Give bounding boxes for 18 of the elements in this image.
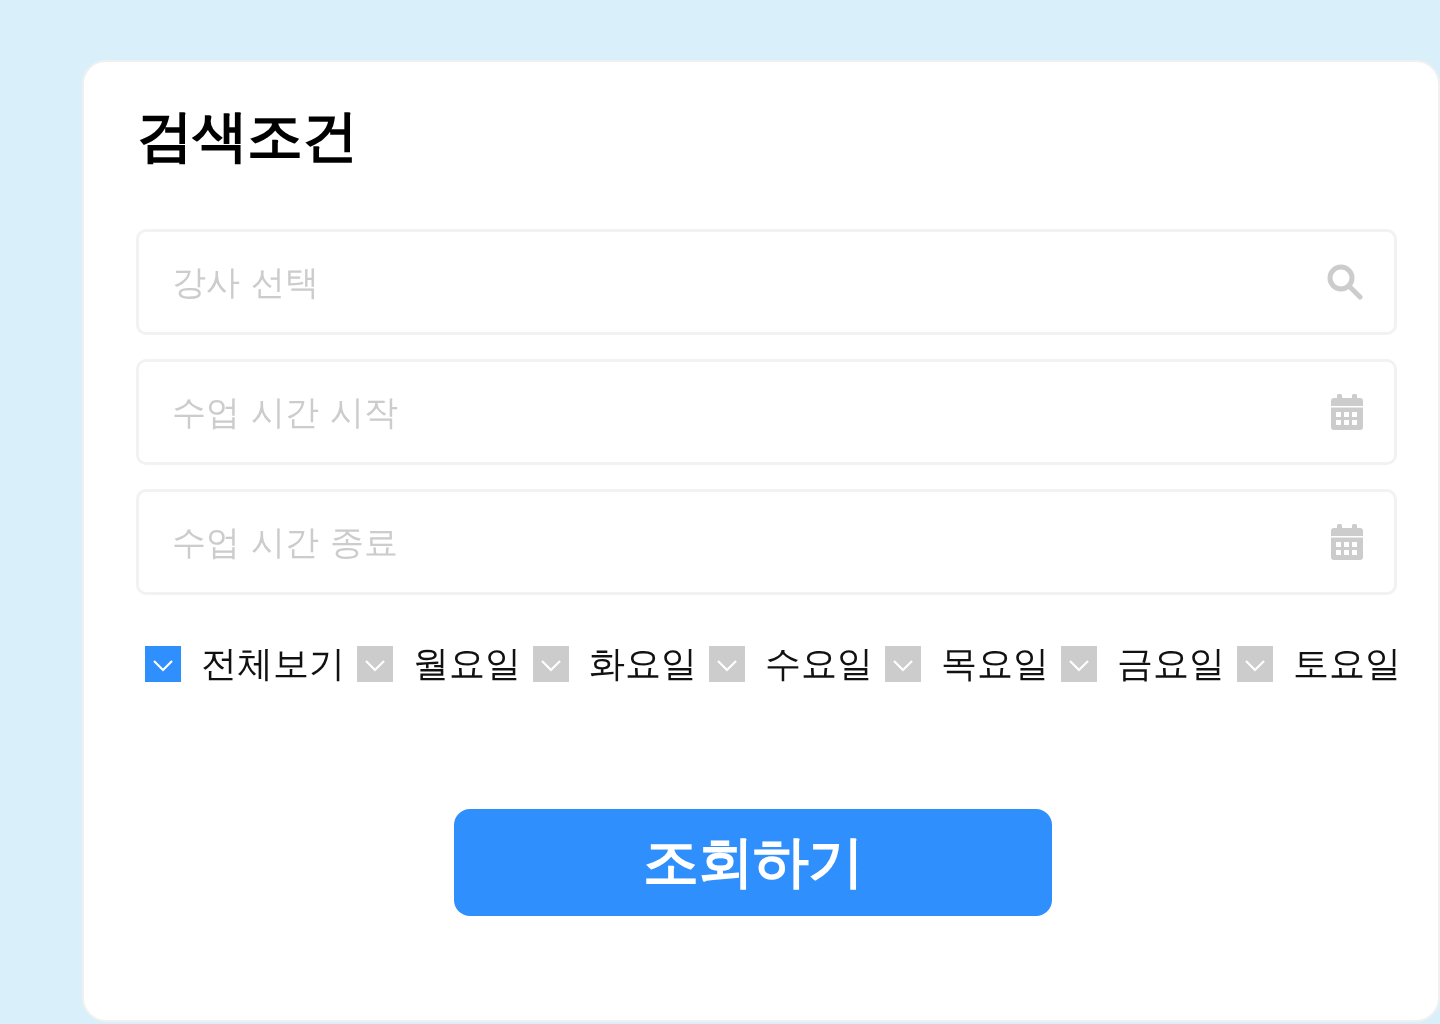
- checkbox[interactable]: [1061, 646, 1097, 683]
- panel-title: 검색조건: [137, 102, 357, 170]
- checkbox-label[interactable]: 전체보기: [201, 642, 345, 687]
- checkbox[interactable]: [1237, 646, 1273, 683]
- checkbox[interactable]: [145, 646, 181, 683]
- calendar-icon[interactable]: [1331, 524, 1363, 561]
- search-icon[interactable]: [1327, 264, 1363, 301]
- checkbox[interactable]: [709, 646, 745, 683]
- checkbox[interactable]: [533, 646, 569, 683]
- checkbox-label[interactable]: 수요일: [765, 642, 873, 687]
- checkbox-label[interactable]: 토요일: [1293, 642, 1401, 687]
- checkbox-label[interactable]: 목요일: [941, 642, 1049, 687]
- checkbox[interactable]: [357, 646, 393, 683]
- checkbox-label[interactable]: 금요일: [1117, 642, 1225, 687]
- calendar-icon[interactable]: [1331, 394, 1363, 431]
- checkbox-label[interactable]: 화요일: [589, 642, 697, 687]
- checkbox-label[interactable]: 월요일: [413, 642, 521, 687]
- checkbox[interactable]: [885, 646, 921, 683]
